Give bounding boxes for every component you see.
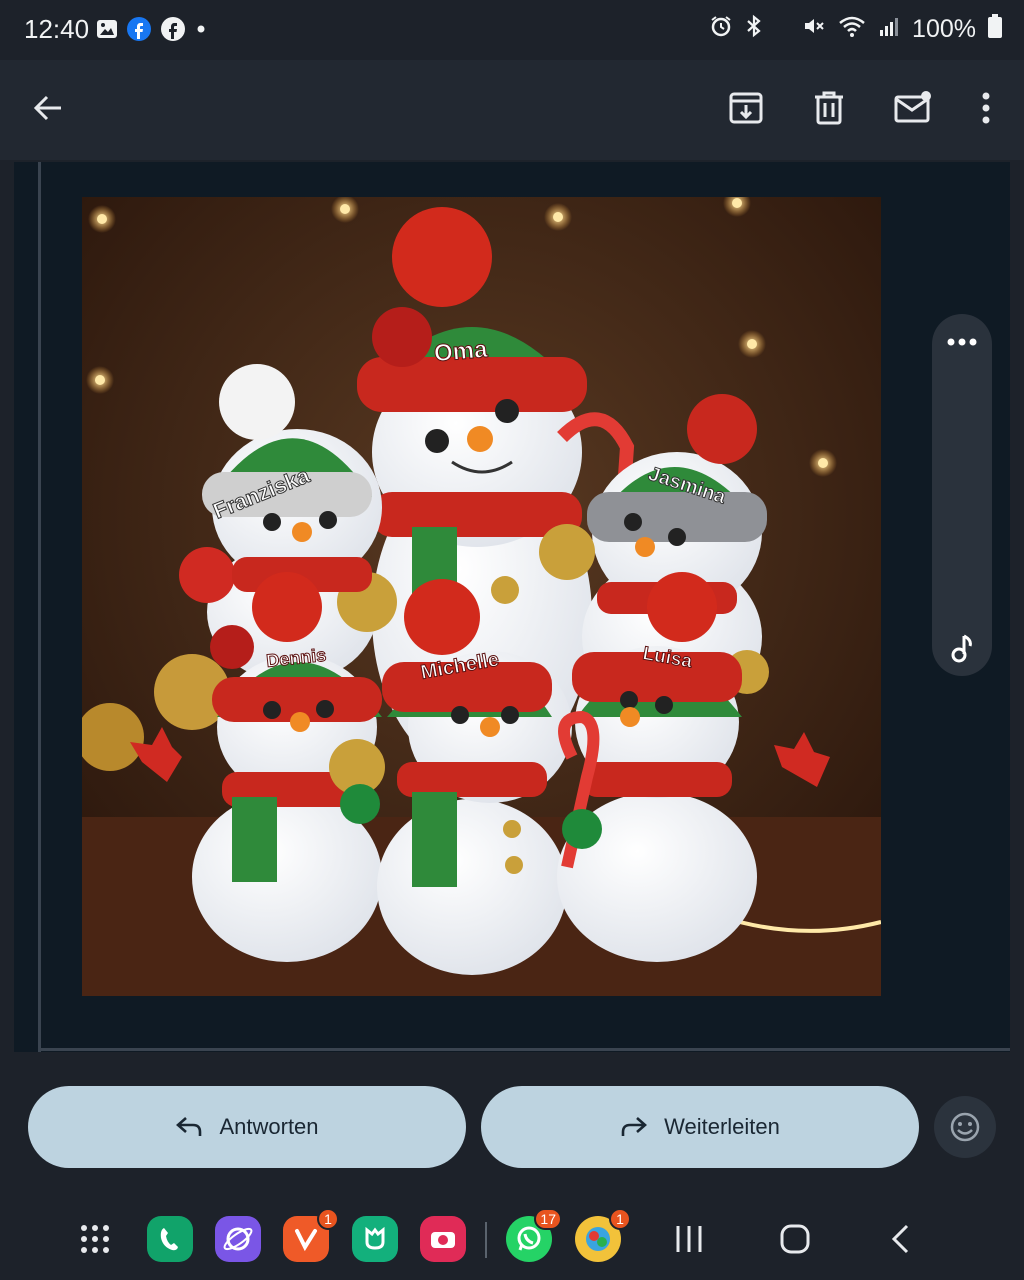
archive-icon <box>729 92 763 124</box>
app-phone[interactable] <box>147 1216 193 1262</box>
app-internet[interactable] <box>215 1216 261 1262</box>
battery-text: 100% <box>912 15 976 43</box>
wifi-icon <box>838 14 866 45</box>
reply-icon <box>176 1117 202 1136</box>
forward-icon <box>621 1117 648 1136</box>
bluetooth-icon <box>744 14 764 45</box>
notification-icons <box>96 16 208 47</box>
image-icon <box>96 18 118 45</box>
emoji-icon <box>950 1112 980 1142</box>
internet-icon <box>223 1227 253 1251</box>
app-game[interactable]: 1 <box>575 1208 631 1262</box>
back-nav-button[interactable] <box>886 1222 916 1261</box>
recent-apps-button[interactable] <box>672 1222 706 1261</box>
more-horiz-icon[interactable] <box>946 336 978 348</box>
notification-badge: 1 <box>609 1208 631 1230</box>
app-screen-recorder[interactable] <box>420 1216 466 1262</box>
camera-icon <box>431 1232 455 1248</box>
status-time: 12:40 <box>24 14 90 44</box>
email-toolbar <box>0 60 1024 160</box>
phone-icon <box>160 1228 178 1251</box>
delete-button[interactable] <box>801 80 857 136</box>
more-options-button[interactable] <box>958 80 1014 136</box>
archive-button[interactable] <box>718 80 774 136</box>
divider <box>38 1048 1010 1051</box>
dot-icon <box>194 22 208 41</box>
facebook-icon <box>160 16 186 47</box>
app-vivaldi[interactable]: 1 <box>283 1208 339 1262</box>
music-note-icon[interactable] <box>950 632 976 664</box>
battery-icon <box>988 14 1002 45</box>
reply-label: Antworten <box>219 1114 319 1139</box>
app-drawer-button[interactable] <box>78 1222 112 1261</box>
emoji-reaction-button[interactable] <box>934 1096 996 1158</box>
vivaldi-icon <box>295 1229 317 1252</box>
app-icon <box>365 1226 385 1250</box>
reply-button[interactable]: Antworten <box>28 1086 466 1168</box>
mark-unread-icon <box>894 91 931 123</box>
back-button[interactable] <box>20 80 76 136</box>
forward-button[interactable]: Weiterleiten <box>481 1086 919 1168</box>
alarm-icon <box>710 15 732 44</box>
edge-panel[interactable] <box>932 314 992 676</box>
mark-unread-button[interactable] <box>885 80 941 136</box>
delete-icon <box>815 91 843 125</box>
more-vert-icon <box>982 92 990 124</box>
back-chevron-icon <box>891 1224 909 1254</box>
notification-badge: 1 <box>317 1208 339 1230</box>
signal-icon <box>878 15 900 44</box>
recents-icon <box>676 1226 702 1252</box>
status-bar: 12:40 100% <box>0 0 1024 60</box>
facebook-messenger-icon <box>126 16 152 47</box>
mute-icon <box>802 14 826 45</box>
email-image[interactable]: Oma Franziska Jasmina Dennis Michelle Lu… <box>82 197 881 996</box>
back-arrow-icon <box>33 95 61 121</box>
forward-label: Weiterleiten <box>664 1114 780 1139</box>
app-green[interactable] <box>352 1216 398 1262</box>
dock-divider <box>485 1222 487 1258</box>
notification-badge: 17 <box>534 1208 562 1230</box>
home-icon <box>780 1224 810 1254</box>
divider <box>38 162 41 1052</box>
home-button[interactable] <box>778 1222 812 1261</box>
app-grid-icon <box>81 1225 109 1253</box>
app-whatsapp[interactable]: 17 <box>506 1208 562 1262</box>
system-status-icons: 100% <box>710 14 1002 45</box>
game-icon <box>586 1227 610 1251</box>
label-oma: Oma <box>433 336 489 368</box>
